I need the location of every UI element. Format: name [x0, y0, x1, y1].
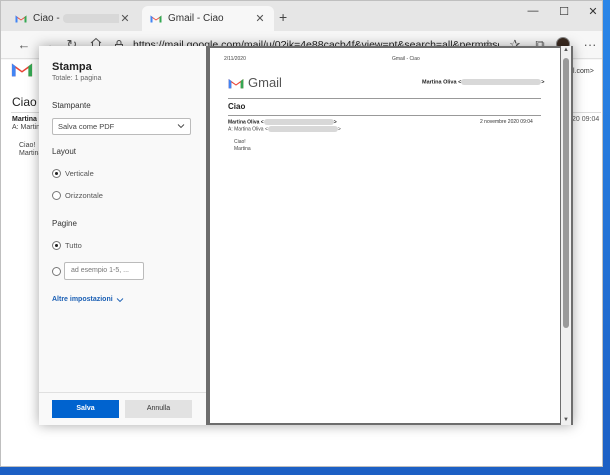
radio-button[interactable]	[52, 241, 61, 250]
email-from: Martina	[12, 116, 37, 123]
page-count: Totale: 1 pagina	[52, 75, 102, 82]
print-body-line: Ciao!	[234, 139, 246, 145]
back-icon[interactable]: ←	[15, 36, 33, 54]
more-icon[interactable]: ···	[581, 36, 599, 54]
divider	[228, 115, 541, 116]
scroll-down-icon[interactable]: ▼	[562, 417, 570, 423]
preview-scrollbar[interactable]: ▲ ▼	[561, 46, 571, 425]
radio-button[interactable]	[52, 191, 61, 200]
email-address-fragment: l.com>	[573, 68, 594, 75]
print-body-line: Martina	[234, 146, 251, 152]
save-button[interactable]: Salva	[52, 400, 119, 418]
printer-value: Salva come PDF	[58, 122, 115, 131]
tab-label: Ciao -	[33, 13, 60, 24]
email-subject: Ciao	[12, 95, 37, 109]
tab-label: Gmail - Ciao	[168, 13, 224, 24]
maximize-icon[interactable]: ☐	[554, 5, 574, 18]
printer-select[interactable]: Salva come PDF	[52, 118, 191, 135]
sender-name: Martina Oliva <	[422, 79, 462, 86]
redacted-text	[267, 126, 338, 132]
tab-ciao[interactable]: Ciao - ✕	[7, 6, 139, 31]
print-dialog: Stampa Totale: 1 pagina Stampante Salva …	[39, 46, 573, 425]
to-name: A: Martina Oliva <	[228, 126, 268, 133]
cancel-button[interactable]: Annulla	[125, 400, 192, 418]
gmail-logo-text: Gmail	[248, 75, 282, 90]
gmail-icon	[150, 15, 162, 23]
gmail-logo: Gmail	[228, 75, 282, 90]
pages-all-label: Tutto	[65, 241, 82, 250]
from-name: Martina Oliva <	[228, 119, 264, 126]
layout-option-label: Verticale	[65, 169, 94, 178]
close-window-icon[interactable]: ✕	[583, 5, 602, 18]
print-date: 2 novembre 2020 09:04	[480, 119, 533, 125]
layout-portrait-option[interactable]: Verticale	[52, 169, 94, 178]
more-settings-label: Altre impostazioni	[52, 296, 113, 303]
divider	[228, 98, 541, 99]
print-settings-panel: Stampa Totale: 1 pagina Stampante Salva …	[39, 46, 206, 425]
browser-window: Ciao - ✕ Gmail - Ciao ✕ + — ☐ ✕ ← → ↻ ht…	[0, 0, 603, 467]
email-body-line: Ciao!	[19, 142, 36, 149]
chevron-down-icon	[177, 124, 185, 129]
printer-label: Stampante	[52, 101, 91, 110]
pages-label: Pagine	[52, 219, 77, 228]
print-preview-area: 2/11/2020 Gmail - Ciao Gmail Martina Oli…	[206, 46, 573, 425]
pages-all-option[interactable]: Tutto	[52, 241, 82, 250]
scroll-up-icon[interactable]: ▲	[562, 47, 570, 53]
new-tab-icon[interactable]: +	[279, 9, 287, 25]
minimize-icon[interactable]: —	[523, 5, 543, 17]
layout-label: Layout	[52, 147, 77, 156]
dialog-title: Stampa	[52, 61, 92, 73]
email-to: A: Martin	[12, 124, 41, 131]
layout-option-label: Orizzontale	[65, 191, 103, 200]
radio-button[interactable]	[52, 267, 61, 276]
layout-landscape-option[interactable]: Orizzontale	[52, 191, 103, 200]
email-time-fragment: 20 09:04	[572, 116, 600, 123]
close-icon[interactable]: ✕	[119, 12, 131, 25]
close-icon[interactable]: ✕	[254, 12, 266, 25]
pages-range-input[interactable]: ad esempio 1-5, ...	[64, 262, 144, 280]
redacted-text	[461, 79, 542, 85]
tab-bar: Ciao - ✕ Gmail - Ciao ✕ + — ☐ ✕	[1, 1, 602, 31]
print-to: A: Martina Oliva < >	[228, 126, 341, 133]
print-header-title: Gmail - Ciao	[392, 56, 420, 62]
print-subject: Ciao	[228, 102, 246, 111]
gmail-logo-icon	[11, 63, 33, 77]
gmail-icon	[15, 15, 27, 23]
chevron-down-icon	[116, 297, 124, 302]
tab-gmail-ciao[interactable]: Gmail - Ciao ✕	[142, 6, 274, 31]
print-from: Martina Oliva < >	[228, 119, 337, 126]
dialog-footer: Salva Annulla	[39, 392, 206, 425]
print-sender: Martina Oliva < >	[422, 79, 545, 86]
radio-button[interactable]	[52, 169, 61, 178]
redacted-text	[263, 119, 334, 125]
gmail-logo-icon	[228, 78, 244, 88]
scrollbar-thumb[interactable]	[563, 58, 569, 328]
more-settings-link[interactable]: Altre impostazioni	[52, 296, 124, 303]
redacted-text	[62, 13, 119, 23]
preview-page: 2/11/2020 Gmail - Ciao Gmail Martina Oli…	[210, 48, 560, 423]
print-header-date: 2/11/2020	[224, 56, 246, 62]
